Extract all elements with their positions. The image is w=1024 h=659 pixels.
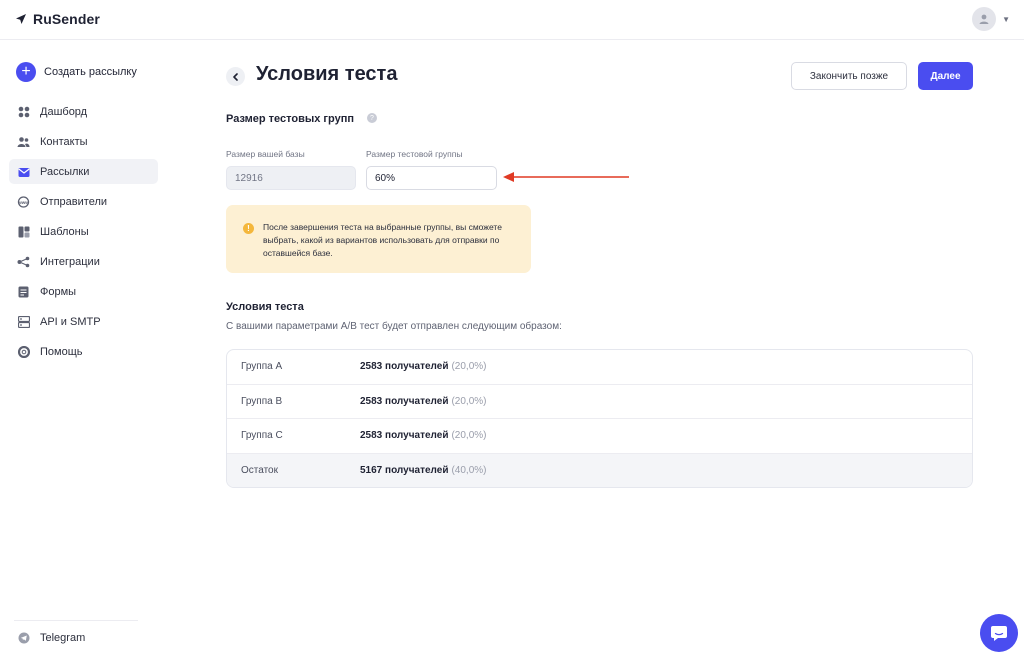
table-row: Группа A 2583 получателей (20,0%) — [227, 350, 972, 385]
sidebar-nav: Дашборд Контакты Рассылки www Отправител… — [9, 99, 158, 369]
sidebar-item-mailings[interactable]: Рассылки — [9, 159, 158, 184]
contacts-icon — [17, 135, 30, 148]
recipients-count: 5167 получателей — [360, 465, 449, 477]
chevron-left-icon — [233, 72, 238, 81]
svg-text:www: www — [17, 199, 29, 204]
base-size-field — [226, 166, 356, 190]
question-icon[interactable]: ? — [367, 113, 377, 123]
table-row: Остаток 5167 получателей (40,0%) — [227, 453, 972, 487]
recipients-percent: (40,0%) — [451, 465, 487, 477]
recipients-count: 2583 получателей — [360, 361, 449, 373]
group-name: Группа C — [241, 430, 283, 442]
test-group-size-field[interactable] — [366, 166, 497, 190]
sidebar-item-label: Контакты — [40, 135, 88, 148]
table-row: Группа C 2583 получателей (20,0%) — [227, 419, 972, 454]
sidebar-item-contacts[interactable]: Контакты — [9, 129, 158, 154]
sidebar-item-label: API и SMTP — [40, 315, 101, 328]
sidebar: + Создать рассылку Дашборд Контакты Расс… — [0, 41, 170, 659]
warning-icon: ! — [243, 223, 254, 234]
sidebar-divider — [14, 620, 138, 621]
top-bar: RuSender ▼ — [0, 0, 1024, 40]
info-notice: ! После завершения теста на выбранные гр… — [226, 205, 531, 273]
dashboard-icon — [17, 105, 30, 118]
conditions-table: Группа A 2583 получателей (20,0%) Группа… — [226, 349, 973, 488]
sidebar-item-dashboard[interactable]: Дашборд — [9, 99, 158, 124]
templates-icon — [17, 225, 30, 238]
recipients-percent: (20,0%) — [451, 395, 487, 407]
next-button[interactable]: Далее — [918, 62, 973, 90]
integrations-icon — [17, 255, 30, 268]
sidebar-item-senders[interactable]: www Отправители — [9, 189, 158, 214]
chevron-down-icon[interactable]: ▼ — [1002, 15, 1010, 24]
mailings-icon — [17, 165, 30, 178]
logo-text: RuSender — [33, 11, 100, 27]
paper-plane-icon — [16, 14, 26, 24]
group-name: Остаток — [241, 465, 278, 477]
sidebar-item-label: Помощь — [40, 345, 83, 358]
sidebar-item-forms[interactable]: Формы — [9, 279, 158, 304]
sidebar-item-label: Рассылки — [40, 165, 90, 178]
recipients-percent: (20,0%) — [451, 361, 487, 373]
telegram-label: Telegram — [40, 631, 86, 644]
back-button[interactable] — [226, 67, 245, 86]
base-size-label: Размер вашей базы — [226, 149, 305, 159]
conditions-heading: Условия теста — [226, 301, 304, 313]
create-mailing-label: Создать рассылку — [44, 66, 137, 78]
group-name: Группа B — [241, 395, 283, 407]
recipients-count: 2583 получателей — [360, 430, 449, 442]
plus-icon: + — [16, 62, 36, 82]
sidebar-item-label: Интеграции — [40, 255, 100, 268]
test-group-size-label: Размер тестовой группы — [366, 149, 463, 159]
sidebar-item-api-smtp[interactable]: API и SMTP — [9, 309, 158, 334]
sidebar-item-label: Дашборд — [40, 105, 88, 118]
finish-later-button[interactable]: Закончить позже — [791, 62, 907, 90]
senders-icon: www — [17, 195, 30, 208]
avatar[interactable] — [972, 7, 997, 31]
chat-bubble-icon — [991, 626, 1007, 641]
page-title: Условия теста — [256, 63, 398, 85]
telegram-link[interactable]: Telegram — [17, 631, 85, 644]
sidebar-item-label: Отправители — [40, 195, 108, 208]
conditions-subtitle: С вашими параметрами A/B тест будет отпр… — [226, 321, 562, 332]
notice-text: После завершения теста на выбранные груп… — [263, 222, 502, 258]
group-name: Группа A — [241, 361, 283, 373]
sidebar-item-help[interactable]: Помощь — [9, 339, 158, 364]
user-menu[interactable]: ▼ — [972, 7, 1010, 31]
pointer-arrow — [503, 172, 629, 182]
table-row: Группа B 2583 получателей (20,0%) — [227, 385, 972, 419]
group-size-heading: Размер тестовых групп — [226, 113, 354, 125]
chat-button[interactable] — [980, 614, 1018, 652]
sidebar-item-integrations[interactable]: Интеграции — [9, 249, 158, 274]
sidebar-item-templates[interactable]: Шаблоны — [9, 219, 158, 244]
logo[interactable]: RuSender — [15, 11, 100, 27]
forms-icon — [17, 285, 30, 298]
lifebuoy-icon — [17, 345, 30, 358]
sidebar-item-label: Формы — [40, 285, 77, 298]
create-mailing-button[interactable]: + Создать рассылку — [16, 62, 137, 82]
user-icon — [979, 14, 989, 24]
recipients-count: 2583 получателей — [360, 395, 449, 407]
sidebar-item-label: Шаблоны — [40, 225, 89, 238]
telegram-icon — [17, 631, 30, 644]
api-icon — [17, 315, 30, 328]
recipients-percent: (20,0%) — [451, 430, 487, 442]
